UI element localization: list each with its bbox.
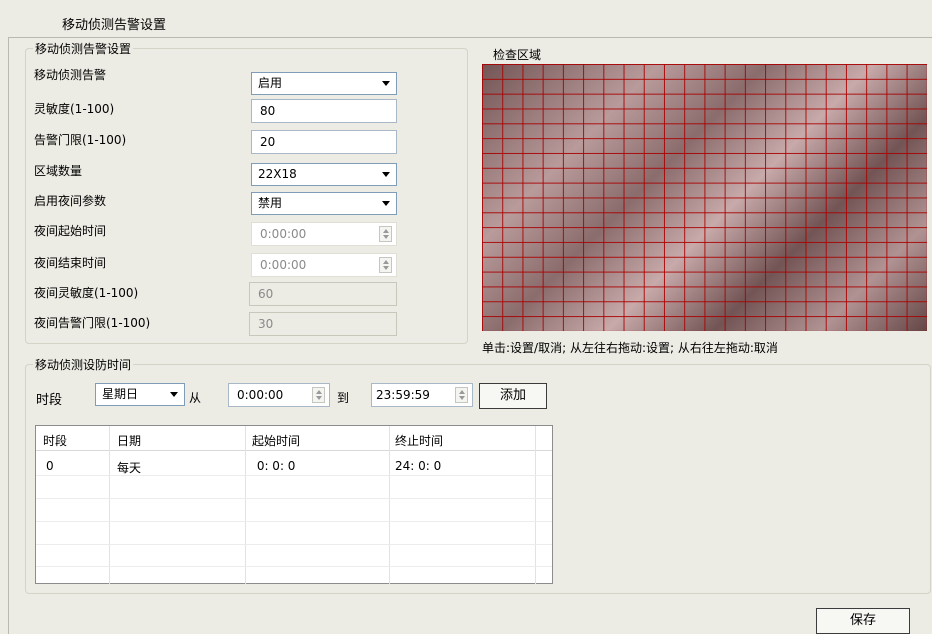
check-area-label: 检查区域 [493, 48, 542, 62]
night-params-label: 启用夜间参数 [34, 194, 107, 208]
night-threshold-label: 夜间告警门限(1-100) [34, 316, 151, 330]
sensitivity-value: 80 [260, 104, 276, 118]
day-value: 星期日 [102, 387, 139, 401]
spinner-arrows-icon[interactable] [455, 387, 468, 403]
header-date: 日期 [117, 434, 142, 448]
alarm-threshold-label: 告警门限(1-100) [34, 133, 127, 147]
night-start-spinner[interactable]: 0:00:00 [251, 222, 397, 246]
chevron-down-icon [170, 392, 178, 397]
table-row-end[interactable]: 24: 0: 0 [395, 459, 441, 473]
start-time-spinner[interactable]: 0:00:00 [228, 383, 330, 407]
table-row-period[interactable]: 0 [46, 459, 54, 473]
spinner-arrows-icon[interactable] [379, 257, 392, 273]
spinner-arrows-icon[interactable] [379, 226, 392, 242]
chevron-down-icon [382, 201, 390, 206]
night-start-value: 0:00:00 [260, 227, 307, 241]
night-sensitivity-value: 60 [258, 287, 274, 301]
end-time-spinner[interactable]: 23:59:59 [371, 383, 473, 407]
save-button[interactable]: 保存 [816, 608, 910, 634]
night-threshold-value: 30 [258, 317, 274, 331]
day-select[interactable]: 星期日 [95, 383, 185, 406]
motion-alarm-label: 移动侦测告警 [34, 68, 107, 82]
chevron-down-icon [382, 81, 390, 86]
title-bar: 移动侦测告警设置 [0, 0, 932, 40]
night-start-label: 夜间起始时间 [34, 224, 107, 238]
end-time-value: 23:59:59 [376, 388, 430, 402]
check-area-hint: 单击:设置/取消; 从左往右拖动:设置; 从右往左拖动:取消 [482, 341, 778, 355]
motion-alarm-value: 启用 [258, 76, 283, 90]
night-end-spinner[interactable]: 0:00:00 [251, 253, 397, 277]
night-threshold-input[interactable]: 30 [249, 312, 397, 336]
chevron-down-icon [382, 172, 390, 177]
sensitivity-label: 灵敏度(1-100) [34, 102, 115, 116]
header-start: 起始时间 [252, 434, 301, 448]
night-params-select[interactable]: 禁用 [251, 192, 397, 215]
to-label: 到 [337, 391, 350, 405]
title-divider [8, 37, 932, 38]
alarm-threshold-value: 20 [260, 135, 276, 149]
header-period: 时段 [43, 434, 68, 448]
start-time-value: 0:00:00 [237, 388, 284, 402]
region-count-select[interactable]: 22X18 [251, 163, 397, 186]
check-area-video[interactable] [482, 64, 927, 331]
region-count-label: 区域数量 [34, 164, 83, 178]
left-edge-line [8, 38, 9, 634]
motion-grid-overlay[interactable] [482, 64, 927, 331]
night-params-value: 禁用 [258, 196, 283, 210]
schedule-group-label: 移动侦测设防时间 [33, 356, 134, 373]
table-row-date[interactable]: 每天 [117, 459, 141, 476]
alarm-threshold-input[interactable]: 20 [251, 130, 397, 154]
motion-alarm-select[interactable]: 启用 [251, 72, 397, 95]
schedule-table: 时段 日期 起始时间 终止时间 0 每天 0: 0: 0 24: 0: 0 [35, 425, 553, 584]
from-label: 从 [189, 391, 202, 405]
settings-group-label: 移动侦测告警设置 [33, 40, 134, 57]
table-row-start[interactable]: 0: 0: 0 [253, 459, 296, 473]
add-button-label: 添加 [499, 388, 526, 403]
night-sensitivity-input[interactable]: 60 [249, 282, 397, 306]
night-end-label: 夜间结束时间 [34, 256, 107, 270]
region-count-value: 22X18 [258, 167, 297, 181]
night-sensitivity-label: 夜间灵敏度(1-100) [34, 286, 139, 300]
save-button-label: 保存 [849, 613, 876, 628]
period-label: 时段 [36, 393, 63, 408]
add-button[interactable]: 添加 [479, 383, 547, 409]
night-end-value: 0:00:00 [260, 258, 307, 272]
spinner-arrows-icon[interactable] [312, 387, 325, 403]
window-title: 移动侦测告警设置 [62, 18, 167, 33]
sensitivity-input[interactable]: 80 [251, 99, 397, 123]
header-end: 终止时间 [395, 434, 444, 448]
